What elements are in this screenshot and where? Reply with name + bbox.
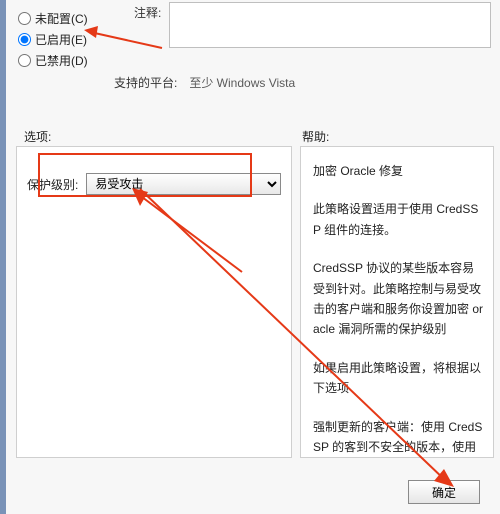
supported-platform-value: 至少 Windows Vista [189,74,295,91]
radio-not-configured-label: 未配置(C) [35,10,88,27]
comment-textarea[interactable] [169,2,491,48]
protection-level-label: 保护级别: [27,176,78,193]
help-text: 加密 Oracle 修复 [313,161,485,181]
radio-enabled-label: 已启用(E) [35,31,87,48]
protection-level-select[interactable]: 易受攻击 [86,173,281,195]
supported-platform-label: 支持的平台: [114,74,177,91]
radio-disabled-label: 已禁用(D) [35,52,88,69]
options-panel: 保护级别: 易受攻击 [16,146,292,458]
help-text: 如果启用此策略设置，将根据以下选项 [313,358,485,399]
options-section-label: 选项: [24,128,302,145]
help-panel: 加密 Oracle 修复 此策略设置适用于使用 CredSSP 组件的连接。 C… [300,146,494,458]
help-section-label: 帮助: [302,128,490,145]
comment-label: 注释: [134,2,161,21]
radio-enabled-input[interactable] [18,33,31,46]
help-text: 此策略设置适用于使用 CredSSP 组件的连接。 [313,199,485,240]
help-text: 强制更新的客户端：使用 CredSSP 的客到不安全的版本，使用 CredSSP… [313,417,485,458]
ok-button[interactable]: 确定 [408,480,480,504]
help-text: CredSSP 协议的某些版本容易受到针对。此策略控制与易受攻击的客户端和服务你… [313,258,485,340]
radio-not-configured-input[interactable] [18,12,31,25]
radio-disabled-input[interactable] [18,54,31,67]
radio-disabled[interactable]: 已禁用(D) [18,52,490,69]
